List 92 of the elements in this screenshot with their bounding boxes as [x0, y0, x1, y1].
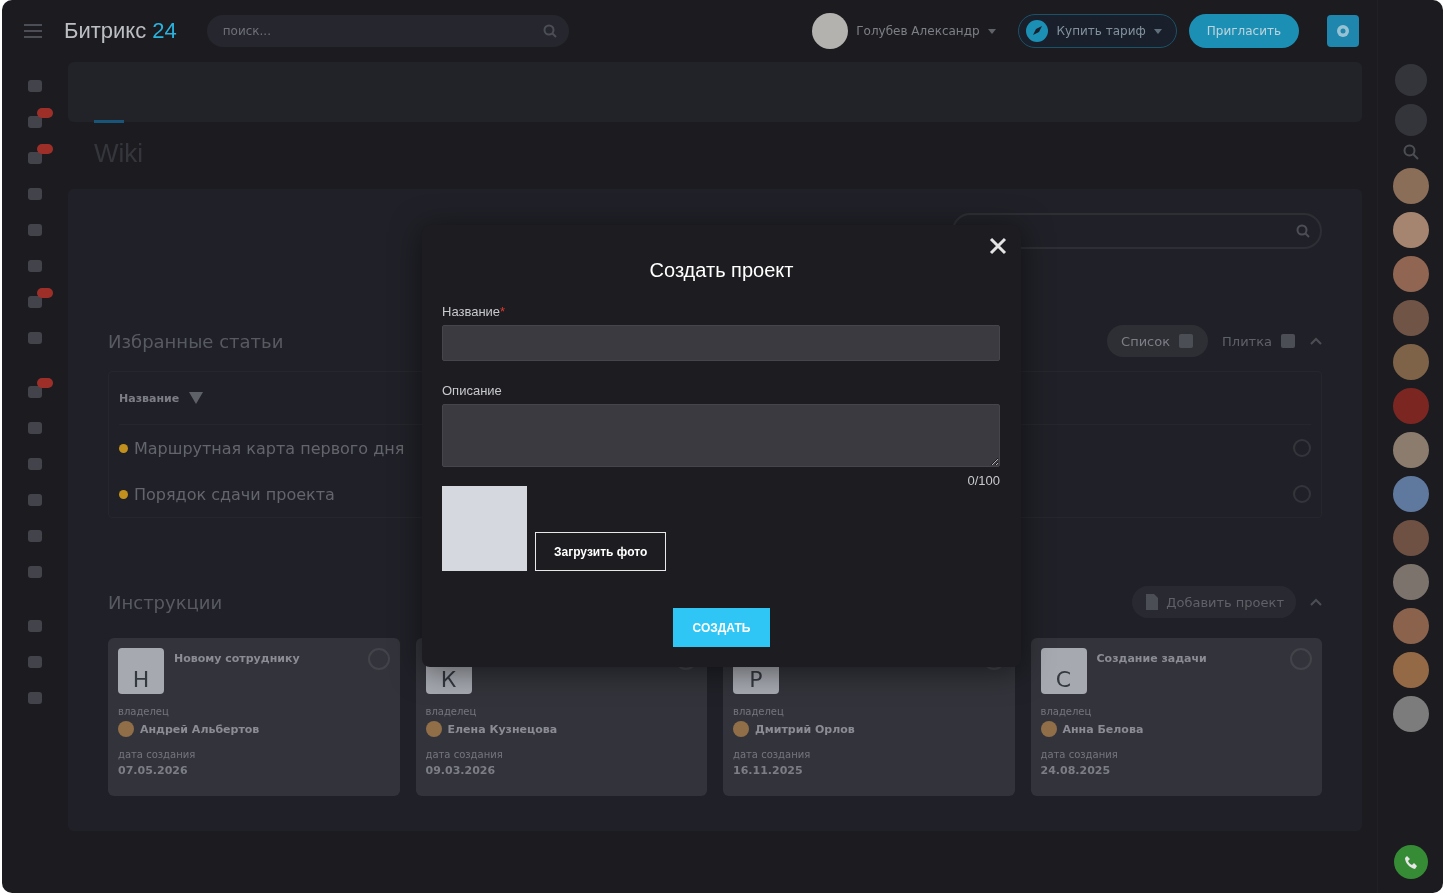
project-letter: С — [1040, 648, 1087, 694]
owner-name[interactable]: Дмитрий Орлов — [755, 722, 855, 736]
app-icon[interactable] — [27, 690, 43, 706]
field-label: дата создания — [1040, 749, 1118, 760]
article-link[interactable]: Порядок сдачи проекта — [134, 484, 335, 504]
creation-date: 09.03.2026 — [425, 764, 496, 777]
phone-button[interactable] — [1393, 845, 1428, 879]
app-icon[interactable] — [27, 420, 43, 436]
field-label: Описание — [442, 382, 502, 398]
create-button[interactable]: СОЗДАТЬ — [673, 608, 770, 647]
avatar[interactable] — [1392, 652, 1429, 688]
tab-indicator — [94, 120, 124, 123]
field-label: владелец — [118, 706, 169, 717]
character-counter: 0/100 — [967, 473, 1000, 488]
project-card[interactable]: Н Новому сотруднику владелец Андрей Альбертов дата создания 07.05.2026 — [108, 638, 400, 796]
menu-icon[interactable] — [24, 24, 42, 38]
document-icon — [1144, 593, 1161, 611]
creation-date: 07.05.2026 — [118, 764, 188, 777]
owner-name[interactable]: Андрей Альбертов — [140, 722, 260, 736]
view-toggle[interactable]: Плитка — [1208, 325, 1310, 357]
avatar[interactable] — [1392, 256, 1429, 292]
upload-photo-button[interactable]: Загрузить фото — [535, 532, 667, 571]
chevron-up-icon[interactable] — [1310, 337, 1322, 345]
grid-icon — [1280, 333, 1296, 349]
avatar[interactable] — [1392, 432, 1429, 468]
owner-name[interactable]: Елена Кузнецова — [447, 722, 558, 736]
search-icon — [542, 24, 557, 38]
chevron-up-icon[interactable] — [1310, 598, 1322, 606]
filter-icon[interactable] — [189, 392, 204, 404]
search-field[interactable]: поиск... — [206, 15, 569, 47]
app-icon[interactable] — [27, 78, 43, 94]
avatar — [733, 721, 749, 737]
project-card[interactable]: С Создание задачи владелец Анна Белова дата создания 24.08.2025 — [1030, 638, 1322, 796]
close-button[interactable] — [989, 237, 1007, 255]
app-icon[interactable] — [27, 294, 43, 310]
app-icon[interactable] — [27, 456, 43, 472]
creation-date: 24.08.2025 — [1040, 764, 1111, 777]
avatar[interactable] — [1392, 476, 1429, 512]
avatar[interactable] — [1392, 696, 1429, 732]
name-input[interactable] — [442, 325, 1000, 361]
settings-button[interactable] — [1327, 15, 1359, 47]
project-letter: Н — [118, 648, 164, 694]
app-icon[interactable] — [27, 528, 43, 544]
app-icon[interactable] — [27, 186, 43, 202]
phone-icon — [1403, 855, 1418, 869]
project-title[interactable]: Создание задачи — [1096, 652, 1207, 665]
invite-button[interactable]: Пригласить — [1188, 14, 1299, 48]
app-icon[interactable] — [27, 654, 43, 670]
field-label: владелец — [425, 706, 477, 717]
avatar — [118, 721, 134, 737]
section-title: Инструкции — [108, 591, 223, 613]
avatar[interactable] — [1392, 212, 1429, 248]
avatar[interactable] — [812, 13, 849, 49]
creation-date: 16.11.2025 — [733, 764, 803, 777]
avatar — [425, 721, 442, 737]
caret-icon — [987, 28, 996, 34]
description-input[interactable] — [442, 403, 1000, 467]
article-link[interactable]: Маршрутная карта первого дня — [134, 438, 405, 458]
app-icon[interactable] — [27, 150, 43, 166]
app-icon[interactable] — [27, 384, 43, 400]
view-toggle[interactable]: Список — [1107, 325, 1209, 357]
field-label: владелец — [1040, 706, 1092, 717]
app-icon[interactable] — [27, 222, 43, 238]
app-icon[interactable] — [27, 330, 43, 346]
app-icon[interactable] — [27, 492, 43, 508]
field-label: владелец — [733, 706, 784, 717]
field-label: дата создания — [733, 749, 811, 760]
field-label: Название* — [442, 304, 506, 319]
avatar — [1040, 721, 1057, 737]
project-title[interactable]: Новому сотруднику — [174, 652, 300, 665]
avatar[interactable] — [1392, 168, 1429, 204]
field-label: дата создания — [425, 749, 503, 760]
section-title: Избранные статьи — [108, 330, 284, 352]
chat-button[interactable] — [1394, 64, 1427, 96]
user-name[interactable]: Голубев Александр — [856, 24, 980, 38]
app-icon[interactable] — [27, 618, 43, 634]
search-icon — [1296, 224, 1310, 238]
app-icon[interactable] — [27, 564, 43, 580]
app-icon[interactable] — [27, 114, 43, 130]
search-icon[interactable] — [1402, 144, 1419, 160]
app-icon[interactable] — [27, 258, 43, 274]
dialog-title: Создать проект — [648, 259, 795, 282]
avatar[interactable] — [1392, 564, 1429, 600]
field-label: дата создания — [118, 749, 196, 760]
grid-icon — [1178, 333, 1195, 349]
caret-icon — [1153, 28, 1162, 34]
owner-name[interactable]: Анна Белова — [1062, 722, 1144, 736]
column-header[interactable]: Название — [119, 391, 180, 405]
close-icon — [989, 237, 1007, 255]
call-button[interactable] — [1394, 104, 1427, 136]
buy-plan-button[interactable]: Купить тариф — [1017, 14, 1177, 48]
logo[interactable]: Битрикс 24 — [64, 18, 177, 44]
